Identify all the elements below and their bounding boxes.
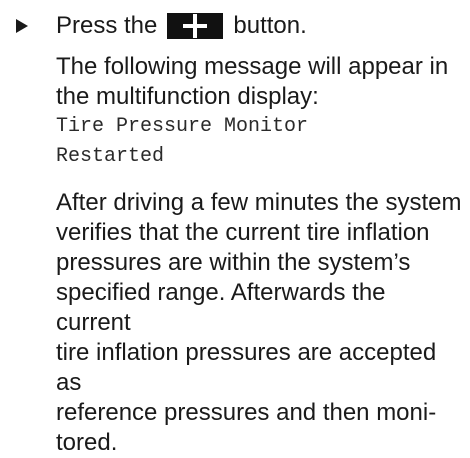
instruction-step: Press the button. [14,8,454,44]
display-message-line-1: Tire Pressure Monitor [56,115,309,138]
body-line-1: After driving a few minutes the system [56,189,462,216]
body-line-3: pressures are within the system’s [56,249,411,276]
body-line-2: verifies that the current tire inflation [56,219,430,246]
body-line-6: reference pressures and then moni- [56,399,437,426]
plus-icon [167,13,224,39]
step-prefix-text: Press the [56,12,158,39]
step-details: The following message will appear in the… [56,52,466,458]
body-line-4: specified range. Afterwards the current [56,279,386,336]
step-bullet-icon [16,19,28,33]
display-message-line-2: Restarted [56,145,165,168]
message-intro-line-1: The following message will appear in [56,53,449,80]
message-intro-line-2: the multifunction display: [56,83,319,110]
body-line-5: tire inflation pressures are accepted as [56,339,437,396]
manual-page: Press the button. The following message … [0,0,470,456]
body-line-7: tored. [56,429,118,456]
step-suffix-text: button. [233,12,307,39]
